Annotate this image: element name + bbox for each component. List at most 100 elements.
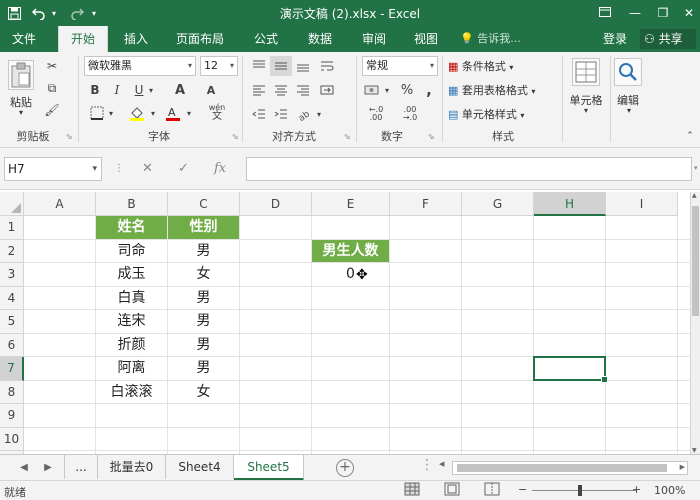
format-painter-icon[interactable]: 🖌 (44, 102, 60, 118)
table-cell-name[interactable]: 连宋 (96, 310, 167, 333)
scroll-left-icon[interactable]: ◀ (439, 460, 444, 468)
table-cell-gender[interactable]: 女 (168, 263, 239, 286)
row-header-1[interactable]: 1 (0, 216, 24, 240)
table-cell-name[interactable]: 成玉 (96, 263, 167, 286)
accounting-format-icon[interactable] (362, 80, 382, 100)
paste-dropdown-icon[interactable]: ▾ (14, 108, 28, 117)
number-launcher-icon[interactable]: ⬂ (428, 132, 435, 141)
table-cell-name[interactable]: 白滚滚 (96, 381, 167, 404)
decrease-decimal-icon[interactable]: .00 →.0 (396, 104, 424, 124)
table-cell-gender[interactable]: 女 (168, 381, 239, 404)
vertical-scroll-thumb[interactable] (692, 206, 699, 316)
row-header-4[interactable]: 4 (0, 286, 24, 310)
worksheet-grid[interactable]: ABCDEFGHI1234567891011姓名性别司命男成玉女白真男连宋男折颜… (0, 192, 690, 454)
column-header-a[interactable]: A (24, 192, 96, 216)
tell-me-box[interactable]: 💡 告诉我... (460, 26, 550, 52)
format-as-table-button[interactable]: ▦ 套用表格格式 ▾ (448, 82, 558, 98)
prev-sheet-icon[interactable]: ◀ (14, 455, 34, 481)
search-icon[interactable] (614, 58, 642, 86)
column-header-e[interactable]: E (312, 192, 390, 216)
italic-button[interactable]: I (110, 82, 124, 98)
comma-style-button[interactable]: , (420, 80, 438, 100)
column-header-c[interactable]: C (168, 192, 240, 216)
male-count-label[interactable]: 男生人数 (312, 239, 389, 262)
table-cell-name[interactable]: 阿离 (96, 357, 167, 380)
column-header-f[interactable]: F (390, 192, 462, 216)
tab-home[interactable]: 开始 (58, 26, 108, 52)
align-top-icon[interactable] (248, 56, 270, 76)
zoom-out-button[interactable]: − (518, 483, 527, 496)
increase-decimal-icon[interactable]: ←.0.00 (362, 104, 390, 124)
orientation-icon[interactable]: ab (292, 104, 314, 124)
font-size-select[interactable]: 12 ▾ (200, 56, 238, 76)
font-color-dropdown-icon[interactable]: ▾ (184, 104, 194, 122)
page-layout-view-icon[interactable] (444, 482, 460, 499)
fill-color-icon[interactable] (128, 104, 146, 122)
column-header-d[interactable]: D (240, 192, 312, 216)
cancel-icon[interactable]: ✕ (142, 157, 153, 181)
scissors-icon[interactable]: ✂ (44, 58, 60, 74)
table-cell-name[interactable]: 司命 (96, 240, 167, 263)
tab-insert[interactable]: 插入 (114, 26, 158, 52)
formula-input[interactable] (246, 157, 692, 181)
normal-view-icon[interactable] (404, 482, 420, 499)
zoom-level[interactable]: 100% (654, 484, 685, 497)
border-dropdown-icon[interactable]: ▾ (106, 104, 116, 122)
align-middle-icon[interactable] (270, 56, 292, 76)
align-right-icon[interactable] (292, 80, 314, 100)
tab-data[interactable]: 数据 (298, 26, 342, 52)
select-all-button[interactable] (0, 192, 24, 216)
zoom-slider-track[interactable] (532, 490, 636, 491)
tab-review[interactable]: 审阅 (352, 26, 396, 52)
merge-center-icon[interactable] (316, 80, 338, 100)
column-header-g[interactable]: G (462, 192, 534, 216)
share-button[interactable]: ⚇ 共享 (640, 29, 696, 49)
scroll-down-icon[interactable]: ▼ (692, 447, 697, 454)
cells-icon[interactable] (572, 58, 600, 86)
column-header-h[interactable]: H (534, 192, 606, 216)
tab-file[interactable]: 文件 (4, 26, 44, 52)
row-header-6[interactable]: 6 (0, 333, 24, 357)
wrap-text-icon[interactable] (316, 56, 338, 76)
fill-dropdown-icon[interactable]: ▾ (148, 104, 158, 122)
collapse-ribbon-icon[interactable]: ⌃ (684, 130, 696, 142)
table-header-gender[interactable]: 性别 (168, 216, 239, 239)
border-icon[interactable] (88, 104, 106, 122)
next-sheet-icon[interactable]: ▶ (38, 455, 58, 481)
font-launcher-icon[interactable]: ⬂ (232, 132, 239, 141)
column-header-i[interactable]: I (606, 192, 678, 216)
page-break-view-icon[interactable] (484, 482, 500, 499)
tab-formulas[interactable]: 公式 (246, 26, 286, 52)
accounting-dropdown-icon[interactable]: ▾ (382, 80, 392, 100)
minimize-icon[interactable]: — (620, 0, 650, 26)
vertical-scrollbar[interactable]: ▲ ▼ (690, 192, 700, 454)
table-cell-name[interactable]: 白真 (96, 287, 167, 310)
phonetic-button[interactable]: wén 文 (204, 102, 230, 122)
conditional-formatting-button[interactable]: ▦ 条件格式 ▾ (448, 58, 558, 74)
zoom-in-button[interactable]: + (632, 483, 641, 496)
ribbon-display-icon[interactable] (590, 0, 620, 26)
clipboard-icon[interactable] (8, 60, 34, 90)
scroll-up-icon[interactable]: ▲ (692, 192, 697, 199)
number-format-select[interactable]: 常规 ▾ (362, 56, 438, 76)
align-bottom-icon[interactable] (292, 56, 314, 76)
orientation-dropdown-icon[interactable]: ▾ (314, 104, 324, 124)
sheet-tab-sheet4[interactable]: Sheet4 (166, 455, 234, 479)
table-cell-gender[interactable]: 男 (168, 357, 239, 380)
sheet-tab-batch-remove-zero[interactable]: 批量去0 (98, 455, 166, 479)
expand-formula-bar-icon[interactable]: ▾ (694, 162, 698, 174)
align-left-icon[interactable] (248, 80, 270, 100)
row-header-7[interactable]: 7 (0, 357, 24, 381)
underline-dropdown-icon[interactable]: ▾ (146, 82, 156, 98)
more-sheets-button[interactable]: ... (64, 455, 98, 479)
bold-button[interactable]: B (88, 82, 102, 98)
scroll-right-icon[interactable]: ▶ (680, 463, 685, 471)
row-header-3[interactable]: 3 (0, 263, 24, 287)
insert-function-button[interactable]: fx (214, 157, 226, 181)
table-cell-gender[interactable]: 男 (168, 310, 239, 333)
row-header-8[interactable]: 8 (0, 380, 24, 404)
row-header-2[interactable]: 2 (0, 239, 24, 263)
login-link[interactable]: 登录 (596, 26, 634, 52)
row-header-5[interactable]: 5 (0, 310, 24, 334)
clipboard-launcher-icon[interactable]: ⬂ (66, 132, 73, 141)
